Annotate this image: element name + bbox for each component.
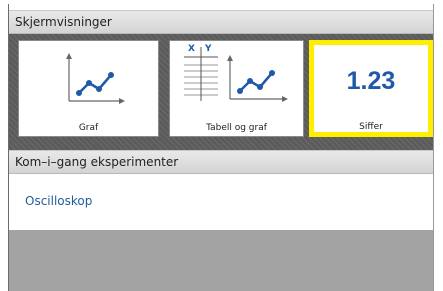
table-graph-icon [184, 47, 288, 102]
tile-graf-label: Graf [78, 123, 99, 133]
screen-views-header: Skjermvisninger [9, 10, 433, 34]
experiment-link-oscilloskop[interactable]: Oscilloskop [25, 194, 92, 208]
screen-views-title: Skjermvisninger [15, 15, 112, 29]
screen-views-panel: Skjermvisninger Graf X Y Tabell og graf … [8, 4, 434, 291]
table-header-y: Y [205, 44, 212, 54]
empty-gray-area [9, 230, 433, 291]
tile-siffer[interactable]: 1.23 Siffer [309, 40, 433, 137]
line-graph-icon [66, 53, 125, 104]
view-tiles-strip: Graf X Y Tabell og graf 1.23 Siffer [9, 34, 433, 150]
experiments-header: Kom–i–gang eksperimenter [9, 150, 433, 174]
digits-icon: 1.23 [346, 67, 396, 95]
tile-tabell-og-graf-label: Tabell og graf [206, 123, 267, 133]
tile-tabell-og-graf[interactable]: X Y Tabell og graf [169, 40, 304, 137]
experiments-title: Kom–i–gang eksperimenter [15, 155, 179, 169]
tile-siffer-label: Siffer [359, 122, 383, 132]
table-header-x: X [188, 44, 195, 54]
tile-graf[interactable]: Graf [18, 40, 159, 137]
experiments-list: Oscilloskop [9, 174, 433, 230]
